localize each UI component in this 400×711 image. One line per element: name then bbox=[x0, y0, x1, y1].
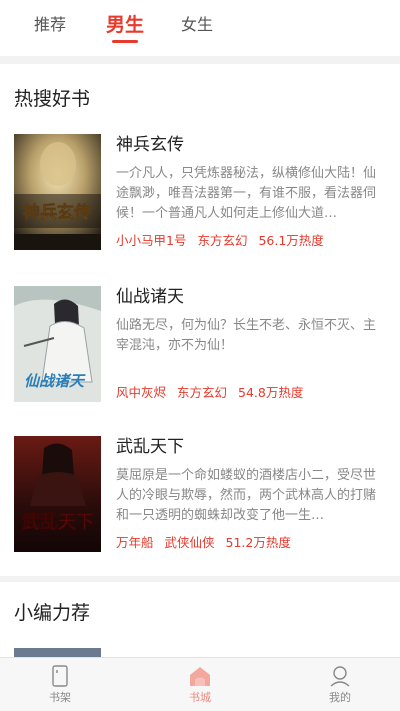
book-author: 风中灰烬 bbox=[116, 385, 167, 400]
book-category: 东方玄幻 bbox=[177, 385, 228, 400]
nav-bookshelf[interactable]: 书架 bbox=[20, 658, 100, 711]
book-category: 东方玄幻 bbox=[197, 233, 248, 248]
top-tab-bar: 推荐 男生 女生 bbox=[0, 0, 400, 56]
book-heat: 51.2万热度 bbox=[225, 535, 291, 550]
book-cover-image: 武乱天下 bbox=[14, 436, 101, 552]
nav-profile[interactable]: 我的 bbox=[300, 658, 380, 711]
nav-bookstore[interactable]: 书城 bbox=[160, 658, 240, 711]
book-cover[interactable]: 仙战诸天 bbox=[14, 286, 101, 402]
tab-female[interactable]: 女生 bbox=[181, 12, 213, 38]
book-cover-image: 神兵玄传 bbox=[14, 134, 101, 250]
active-tab-indicator bbox=[112, 40, 138, 43]
book-description: 一介凡人，只凭炼器秘法，纵横修仙大陆！仙途飘渺，唯吾法器第一，有谁不服，看法器伺… bbox=[116, 166, 377, 221]
book-description: 莫屈原是一个命如蝼蚁的酒楼店小二，受尽世人的冷眼与欺辱，然而，两个武林高人的打赌… bbox=[116, 468, 377, 523]
tab-recommend[interactable]: 推荐 bbox=[34, 12, 66, 38]
book-description: 仙路无尽，何为仙？长生不老、永恒不灭、主宰混沌，亦不为仙！ bbox=[116, 318, 377, 353]
book-meta: 万年船 武侠仙侠 51.2万热度 bbox=[116, 534, 298, 552]
section-title-hot: 热搜好书 bbox=[14, 88, 91, 110]
book-cover-peek[interactable] bbox=[14, 648, 101, 657]
hot-books-section: 热搜好书 神兵玄传 神兵玄传 一介凡人，只凭炼器秘法，纵横修仙大陆！仙途飘渺，唯… bbox=[0, 64, 400, 576]
book-author: 万年船 bbox=[116, 535, 154, 550]
book-title[interactable]: 武乱天下 bbox=[116, 436, 184, 458]
book-title[interactable]: 神兵玄传 bbox=[116, 134, 184, 156]
book-cover[interactable]: 武乱天下 bbox=[14, 436, 101, 552]
cover-title-text: 仙战诸天 bbox=[24, 372, 86, 390]
tab-male[interactable]: 男生 bbox=[106, 12, 144, 38]
editor-picks-section: 小编力荐 bbox=[0, 582, 400, 657]
section-title-picks: 小编力荐 bbox=[14, 602, 91, 624]
nav-label: 我的 bbox=[329, 691, 351, 704]
bookshelf-icon bbox=[52, 665, 68, 687]
book-meta: 小小马甲1号 东方玄幻 56.1万热度 bbox=[116, 232, 331, 250]
bookstore-icon bbox=[190, 667, 210, 686]
book-item[interactable]: 神兵玄传 神兵玄传 一介凡人，只凭炼器秘法，纵横修仙大陆！仙途飘渺，唯吾法器第一… bbox=[0, 134, 400, 254]
book-cover[interactable]: 神兵玄传 bbox=[14, 134, 101, 250]
book-category: 武侠仙侠 bbox=[164, 535, 215, 550]
nav-label: 书城 bbox=[189, 691, 211, 704]
profile-icon bbox=[330, 666, 350, 687]
book-heat: 56.1万热度 bbox=[258, 233, 324, 248]
bottom-nav-bar: 书架 书城 我的 bbox=[0, 657, 400, 711]
cover-title-text: 武乱天下 bbox=[22, 512, 94, 533]
book-item[interactable]: 武乱天下 武乱天下 莫屈原是一个命如蝼蚁的酒楼店小二，受尽世人的冷眼与欺辱，然而… bbox=[0, 436, 400, 556]
cover-title-text: 神兵玄传 bbox=[23, 202, 91, 223]
book-item[interactable]: 仙战诸天 仙战诸天 仙路无尽，何为仙？长生不老、永恒不灭、主宰混沌，亦不为仙！ … bbox=[0, 286, 400, 406]
book-title[interactable]: 仙战诸天 bbox=[116, 286, 184, 308]
book-author: 小小马甲1号 bbox=[116, 233, 187, 248]
nav-label: 书架 bbox=[49, 691, 71, 704]
book-cover-image: 仙战诸天 bbox=[14, 286, 101, 402]
book-meta: 风中灰烬 东方玄幻 54.8万热度 bbox=[116, 384, 310, 402]
book-heat: 54.8万热度 bbox=[238, 385, 304, 400]
